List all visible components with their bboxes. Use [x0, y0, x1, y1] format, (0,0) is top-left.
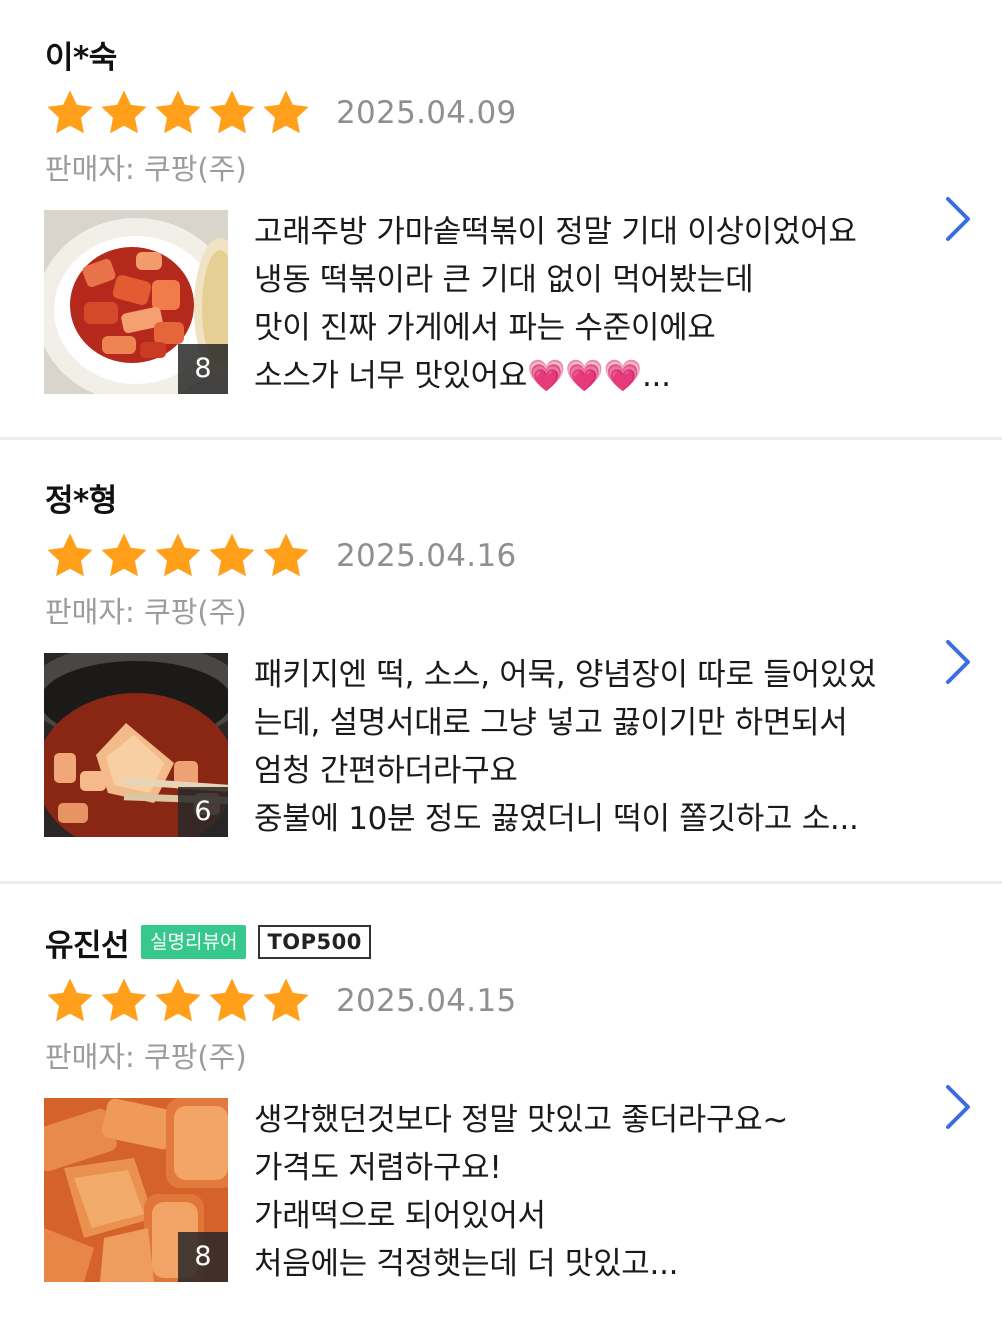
reviewer-name: 정*형	[45, 482, 117, 519]
seller-label: 판매자: 쿠팡(주)	[45, 152, 247, 186]
real-name-reviewer-badge: 실명리뷰어	[141, 925, 247, 959]
rating-row: 2025.04.09	[44, 85, 517, 141]
review-date: 2025.04.15	[336, 983, 517, 1019]
chevron-right-icon[interactable]	[940, 636, 976, 688]
review-content[interactable]: 고래주방 가마솥떡볶이 정말 기대 이상이었어요 냉동 떡볶이라 큰 기대 없이…	[254, 208, 924, 400]
star-icon	[263, 533, 309, 577]
review-text-line: 는데, 설명서대로 그냥 넣고 끓이기만 하면되서	[254, 705, 848, 741]
review-text-line: 고래주방 가마솥떡볶이 정말 기대 이상이었어요	[254, 214, 857, 250]
review-date: 2025.04.09	[336, 95, 517, 131]
star-icon	[101, 978, 147, 1022]
review-item[interactable]: 이*숙 2025.04.09 판매자: 쿠팡(주) 8 고래주방 가마솥떡볶이 …	[0, 0, 1002, 444]
seller-label: 판매자: 쿠팡(주)	[45, 1040, 247, 1074]
rating-row: 2025.04.15	[44, 973, 517, 1029]
review-text-line: 맛이 진짜 가게에서 파는 수준이에요	[254, 310, 716, 346]
review-date: 2025.04.16	[336, 538, 517, 574]
star-icon	[47, 533, 93, 577]
review-photo[interactable]: 8	[44, 210, 228, 394]
rating-row: 2025.04.16	[44, 528, 517, 584]
review-content[interactable]: 패키지엔 떡, 소스, 어묵, 양념장이 따로 들어있었 는데, 설명서대로 그…	[254, 651, 924, 843]
review-text-line: 소스가 너무 맛있어요💗💗💗...	[254, 358, 671, 394]
reviewer-row: 이*숙	[45, 30, 117, 78]
reviewer-row: 정*형	[45, 473, 117, 521]
divider	[0, 437, 1002, 440]
review-photo[interactable]: 6	[44, 653, 228, 837]
reviewer-name: 유진선	[45, 927, 130, 964]
review-text-line: 가래떡으로 되어있어서	[254, 1198, 546, 1234]
star-icon	[47, 978, 93, 1022]
review-content[interactable]: 생각했던것보다 정말 맛있고 좋더라구요~ 가격도 저렴하구요! 가래떡으로 되…	[254, 1096, 924, 1288]
photo-count-badge: 8	[178, 1232, 228, 1282]
review-item[interactable]: 유진선 실명리뷰어 TOP500 2025.04.15 판매자: 쿠팡(주) 8…	[0, 888, 1002, 1332]
review-text-line: 생각했던것보다 정말 맛있고 좋더라구요~	[254, 1102, 789, 1138]
photo-count-badge: 6	[178, 787, 228, 837]
star-rating	[44, 975, 314, 1027]
star-icon	[101, 533, 147, 577]
star-icon	[209, 978, 255, 1022]
review-text-line: 냉동 떡볶이라 큰 기대 없이 먹어봤는데	[254, 262, 754, 298]
star-icon	[263, 90, 309, 134]
star-icon	[101, 90, 147, 134]
reviewer-name: 이*숙	[45, 39, 117, 76]
star-icon	[155, 90, 201, 134]
star-icon	[47, 90, 93, 134]
seller-label: 판매자: 쿠팡(주)	[45, 595, 247, 629]
star-icon	[209, 533, 255, 577]
divider	[0, 881, 1002, 884]
review-photo[interactable]: 8	[44, 1098, 228, 1282]
star-icon	[155, 533, 201, 577]
star-icon	[263, 978, 309, 1022]
chevron-right-icon[interactable]	[940, 193, 976, 245]
review-text-line: 엄청 간편하더라구요	[254, 753, 518, 789]
top-reviewer-badge: TOP500	[258, 925, 371, 959]
review-text-line: 처음에는 걱정햇는데 더 맛있고...	[254, 1246, 679, 1282]
review-text-line: 가격도 저렴하구요!	[254, 1150, 502, 1186]
star-icon	[209, 90, 255, 134]
review-text-line: 패키지엔 떡, 소스, 어묵, 양념장이 따로 들어있었	[254, 657, 877, 693]
star-icon	[155, 978, 201, 1022]
photo-count-badge: 8	[178, 344, 228, 394]
review-item[interactable]: 정*형 2025.04.16 판매자: 쿠팡(주) 6 패키지엔 떡, 소스, …	[0, 443, 1002, 887]
star-rating	[44, 530, 314, 582]
reviewer-row: 유진선 실명리뷰어 TOP500	[45, 918, 371, 966]
review-text-line: 중불에 10분 정도 끓였더니 떡이 쫄깃하고 소...	[254, 801, 859, 837]
chevron-right-icon[interactable]	[940, 1081, 976, 1133]
star-rating	[44, 87, 314, 139]
